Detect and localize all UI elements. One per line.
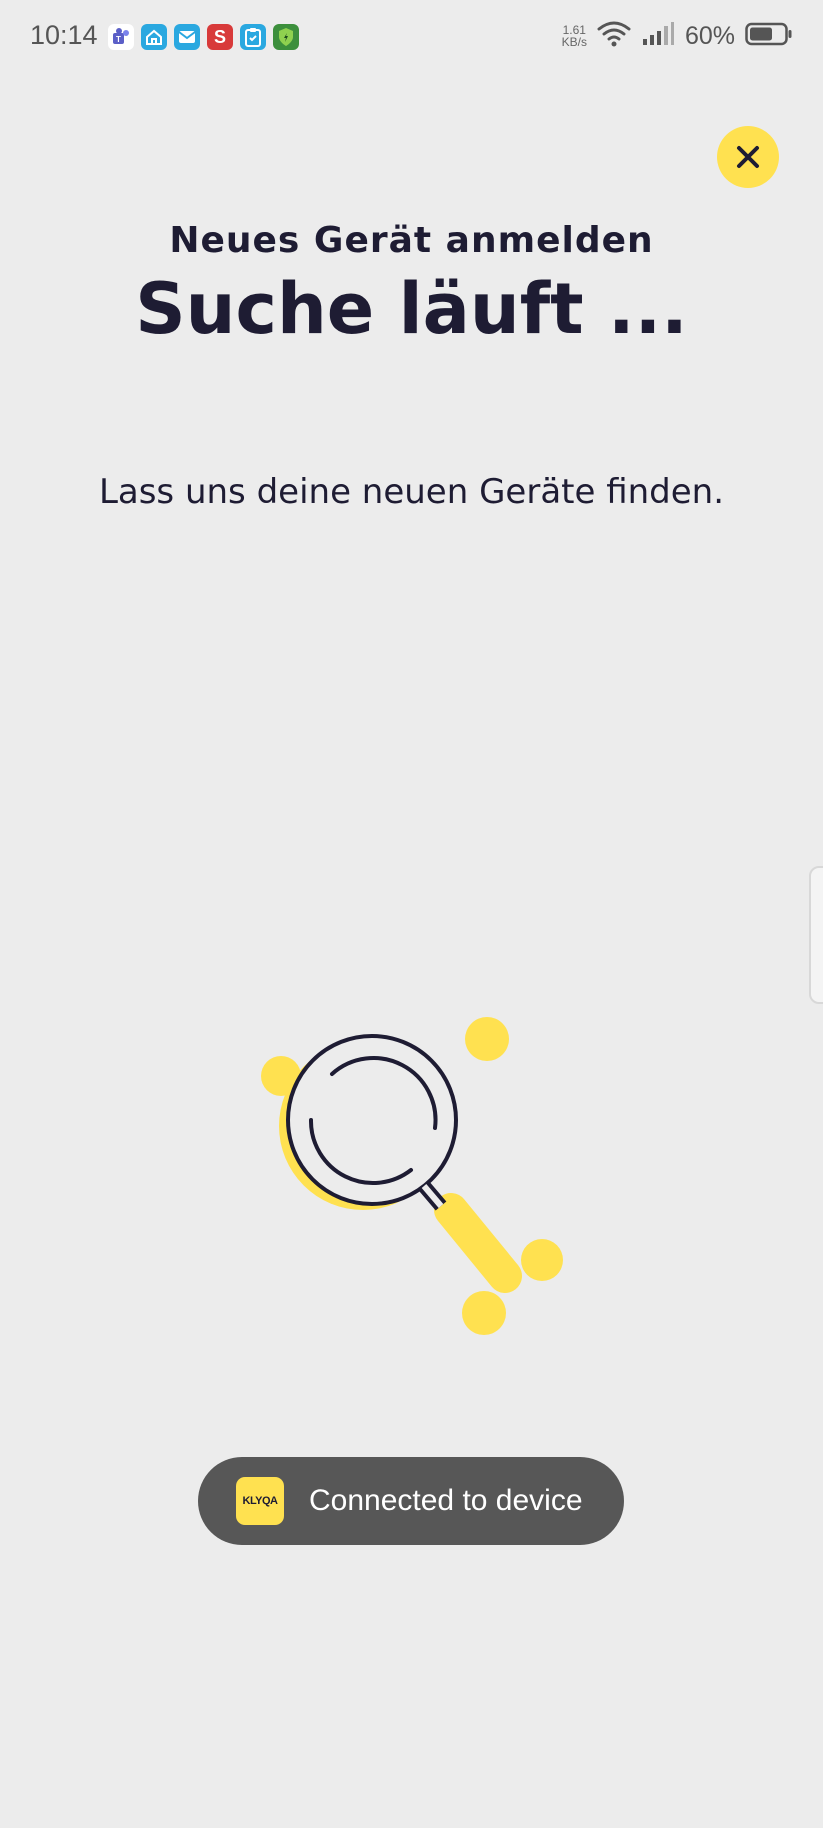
close-icon xyxy=(737,146,759,168)
close-button[interactable] xyxy=(717,126,779,188)
signal-icon xyxy=(641,21,675,51)
page-title: Suche läuft ... xyxy=(135,268,688,350)
magnifier-lens xyxy=(286,1034,458,1206)
wifi-icon xyxy=(597,20,631,52)
mail-icon xyxy=(174,24,200,50)
connection-toast: KLYQA Connected to device xyxy=(198,1457,624,1545)
battery-icon xyxy=(745,22,793,50)
side-panel-handle[interactable] xyxy=(809,866,823,1004)
status-time: 10:14 xyxy=(30,20,98,50)
search-description: Lass uns deine neuen Geräte finden. xyxy=(98,472,725,512)
yellow-dot xyxy=(462,1291,506,1335)
s-app-icon: S xyxy=(207,24,233,50)
notification-icons: T S xyxy=(108,24,299,50)
svg-text:T: T xyxy=(116,35,121,44)
home-app-icon xyxy=(141,24,167,50)
yellow-dot xyxy=(521,1239,563,1281)
teams-icon: T xyxy=(108,24,134,50)
clipboard-app-icon xyxy=(240,24,266,50)
klyqa-logo-icon: KLYQA xyxy=(236,1477,284,1525)
yellow-dot xyxy=(465,1017,509,1061)
toast-message: Connected to device xyxy=(309,1484,583,1517)
shield-app-icon xyxy=(273,24,299,50)
status-indicators: 1.61 KB/s 60% xyxy=(562,20,793,52)
magnifier-handle xyxy=(434,1193,522,1293)
magnifier-search-illustration xyxy=(261,1017,563,1335)
status-bar: 10:14 T S 1.61 KB/s 60% xyxy=(0,0,823,76)
page-subtitle: Neues Gerät anmelden xyxy=(169,220,654,261)
network-speed: 1.61 KB/s xyxy=(561,23,587,49)
screen: 10:14 T S 1.61 KB/s 60% Neues Gerät anme… xyxy=(0,0,823,1828)
battery-percent: 60% xyxy=(684,21,735,50)
